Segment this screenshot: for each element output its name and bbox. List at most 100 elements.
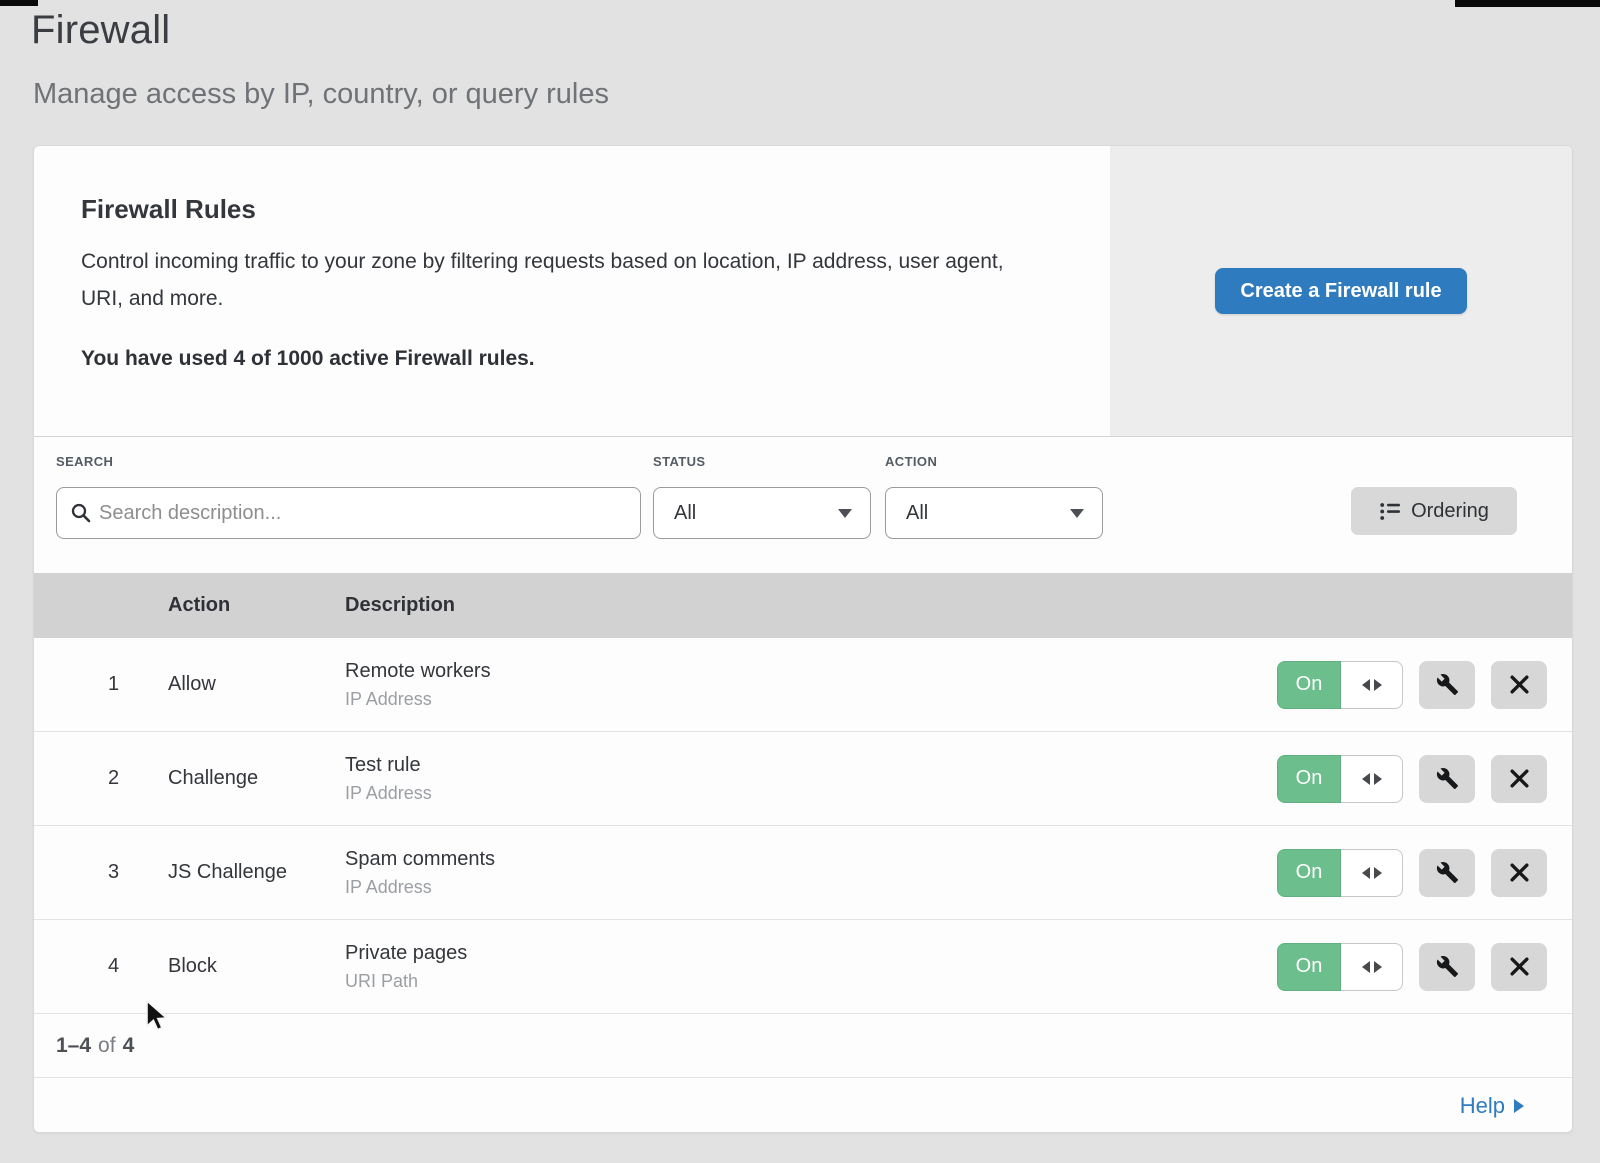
wrench-icon	[1436, 673, 1459, 696]
help-arrow-icon	[1514, 1099, 1524, 1113]
rule-description-cell: Spam comments IP Address	[345, 848, 1277, 898]
arrow-left-icon	[1362, 773, 1370, 785]
pagination-of: of	[98, 1034, 116, 1058]
chevron-down-icon	[1070, 509, 1084, 518]
rule-number: 4	[34, 955, 168, 978]
toggle-on-segment[interactable]: On	[1277, 755, 1341, 803]
rule-match-type: IP Address	[345, 877, 1277, 898]
column-header-action: Action	[168, 594, 345, 617]
rule-match-type: IP Address	[345, 689, 1277, 710]
search-box	[56, 487, 641, 539]
wrench-icon	[1436, 955, 1459, 978]
rule-controls: On	[1277, 661, 1547, 709]
arrow-right-icon	[1374, 867, 1382, 879]
help-link[interactable]: Help	[1460, 1093, 1524, 1119]
wrench-icon	[1436, 861, 1459, 884]
wrench-icon	[1436, 767, 1459, 790]
rule-description: Remote workers	[345, 660, 1277, 683]
toggle-arrows-segment[interactable]	[1341, 849, 1403, 897]
toggle-arrows-segment[interactable]	[1341, 943, 1403, 991]
ordering-button[interactable]: Ordering	[1351, 487, 1517, 535]
arrow-right-icon	[1374, 679, 1382, 691]
rule-description: Spam comments	[345, 848, 1277, 871]
rules-list: 1 Allow Remote workers IP Address On	[34, 638, 1572, 1014]
firewall-rules-card: Firewall Rules Control incoming traffic …	[33, 145, 1573, 1133]
toggle-arrows-segment[interactable]	[1341, 661, 1403, 709]
help-link-label: Help	[1460, 1093, 1505, 1119]
edit-rule-button[interactable]	[1419, 943, 1475, 991]
action-label: ACTION	[885, 454, 937, 469]
rule-number: 2	[34, 767, 168, 790]
table-row: 4 Block Private pages URI Path On	[34, 920, 1572, 1014]
close-icon	[1509, 674, 1530, 695]
create-rule-panel: Create a Firewall rule	[1110, 146, 1572, 436]
rule-description-cell: Test rule IP Address	[345, 754, 1277, 804]
rule-action: JS Challenge	[168, 861, 345, 884]
rule-description-cell: Remote workers IP Address	[345, 660, 1277, 710]
delete-rule-button[interactable]	[1491, 849, 1547, 897]
arrow-right-icon	[1374, 773, 1382, 785]
table-row: 2 Challenge Test rule IP Address On	[34, 732, 1572, 826]
rule-toggle[interactable]: On	[1277, 849, 1403, 897]
rule-match-type: URI Path	[345, 971, 1277, 992]
rule-controls: On	[1277, 849, 1547, 897]
ordering-button-label: Ordering	[1411, 500, 1489, 523]
page-title: Firewall	[31, 8, 170, 53]
arrow-right-icon	[1374, 961, 1382, 973]
status-select[interactable]: All	[653, 487, 871, 539]
rule-number: 3	[34, 861, 168, 884]
pagination-total: 4	[123, 1034, 135, 1058]
column-header-description: Description	[345, 594, 1572, 617]
search-icon	[71, 503, 91, 523]
toggle-arrows-segment[interactable]	[1341, 755, 1403, 803]
pagination: 1–4 of 4	[34, 1014, 1572, 1078]
rule-description-cell: Private pages URI Path	[345, 942, 1277, 992]
rule-action: Block	[168, 955, 345, 978]
rule-number: 1	[34, 673, 168, 696]
table-row: 3 JS Challenge Spam comments IP Address …	[34, 826, 1572, 920]
status-value: All	[674, 502, 696, 525]
close-icon	[1509, 862, 1530, 883]
firewall-rules-heading: Firewall Rules	[81, 194, 1044, 225]
rule-action: Challenge	[168, 767, 345, 790]
search-input[interactable]	[99, 502, 626, 525]
delete-rule-button[interactable]	[1491, 661, 1547, 709]
arrow-left-icon	[1362, 679, 1370, 691]
arrow-left-icon	[1362, 867, 1370, 879]
close-icon	[1509, 956, 1530, 977]
firewall-rules-intro-section: Firewall Rules Control incoming traffic …	[34, 146, 1572, 437]
edit-rule-button[interactable]	[1419, 849, 1475, 897]
toggle-on-segment[interactable]: On	[1277, 943, 1341, 991]
search-label: SEARCH	[56, 454, 113, 469]
edit-rule-button[interactable]	[1419, 661, 1475, 709]
status-label: STATUS	[653, 454, 705, 469]
close-icon	[1509, 768, 1530, 789]
action-value: All	[906, 502, 928, 525]
toggle-on-segment[interactable]: On	[1277, 661, 1341, 709]
rule-description: Private pages	[345, 942, 1277, 965]
rule-controls: On	[1277, 943, 1547, 991]
action-select[interactable]: All	[885, 487, 1103, 539]
table-row: 1 Allow Remote workers IP Address On	[34, 638, 1572, 732]
rule-description: Test rule	[345, 754, 1277, 777]
rule-controls: On	[1277, 755, 1547, 803]
rule-toggle[interactable]: On	[1277, 661, 1403, 709]
filter-bar: SEARCH STATUS All ACTION All	[34, 437, 1572, 573]
rule-match-type: IP Address	[345, 783, 1277, 804]
capture-artifact	[1455, 0, 1600, 7]
delete-rule-button[interactable]	[1491, 943, 1547, 991]
toggle-on-segment[interactable]: On	[1277, 849, 1341, 897]
rule-toggle[interactable]: On	[1277, 943, 1403, 991]
ordered-list-icon	[1379, 500, 1401, 522]
pagination-range: 1–4	[56, 1034, 91, 1058]
rule-toggle[interactable]: On	[1277, 755, 1403, 803]
firewall-rules-description: Control incoming traffic to your zone by…	[81, 243, 1036, 317]
table-header: Action Description	[34, 573, 1572, 638]
help-row: Help	[34, 1078, 1572, 1133]
capture-artifact	[0, 0, 38, 6]
rule-action: Allow	[168, 673, 345, 696]
delete-rule-button[interactable]	[1491, 755, 1547, 803]
firewall-rules-usage: You have used 4 of 1000 active Firewall …	[81, 347, 1044, 371]
create-firewall-rule-button[interactable]: Create a Firewall rule	[1215, 268, 1467, 314]
edit-rule-button[interactable]	[1419, 755, 1475, 803]
